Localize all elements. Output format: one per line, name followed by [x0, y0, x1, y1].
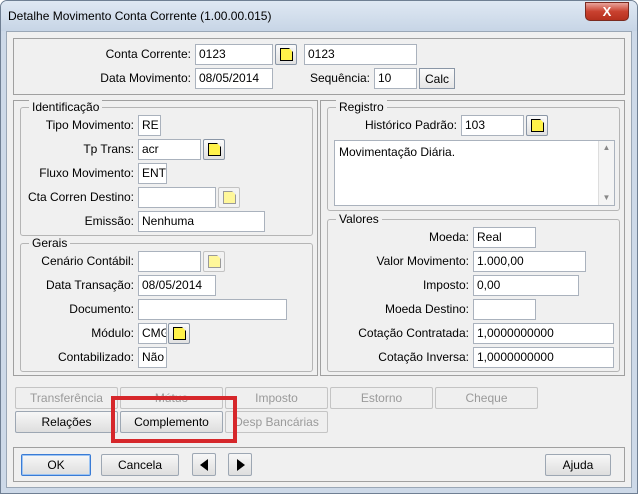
ajuda-button[interactable]: Ajuda: [545, 454, 611, 476]
dialog-window: Detalhe Movimento Conta Corrente (1.00.0…: [0, 0, 638, 494]
valores-legend: Valores: [336, 212, 382, 226]
cta-corren-destino-input[interactable]: [138, 187, 216, 208]
historico-padrao-lookup-button[interactable]: [526, 115, 548, 136]
emissao-label: Emissão:: [84, 214, 134, 228]
calc-button[interactable]: Calc: [419, 68, 455, 89]
moeda-destino-input[interactable]: [473, 299, 536, 320]
right-panel: Registro Histórico Padrão: 103 Movimenta…: [320, 100, 625, 376]
historico-memo[interactable]: Movimentação Diária. ▲ ▼: [334, 140, 615, 206]
tipo-movimento-label: Tipo Movimento:: [45, 118, 134, 132]
cenario-contabil-input[interactable]: [138, 251, 201, 272]
cotacao-contratada-label: Cotação Contratada:: [358, 326, 469, 340]
relacoes-button[interactable]: Relações: [15, 411, 118, 433]
moeda-destino-label: Moeda Destino:: [384, 302, 469, 316]
valores-group: Valores Moeda: Real Valor Movimento: 1.0…: [327, 212, 620, 372]
tp-trans-lookup-button[interactable]: [203, 139, 225, 160]
fluxo-movimento-label: Fluxo Movimento:: [39, 166, 134, 180]
desp-bancarias-button[interactable]: Desp Bancárias: [225, 411, 328, 433]
left-panel: Identificação Tipo Movimento: RE Tp Tran…: [13, 100, 318, 376]
tp-trans-input[interactable]: acr: [138, 139, 201, 160]
data-movimento-label: Data Movimento:: [100, 71, 191, 85]
moeda-label: Moeda:: [428, 230, 469, 244]
gerais-group: Gerais Cenário Contábil: Data Transação:…: [20, 236, 313, 372]
registro-legend: Registro: [336, 100, 387, 114]
valor-movimento-label: Valor Movimento:: [376, 254, 469, 268]
imposto-label: Imposto:: [422, 278, 469, 292]
highlight-box: [111, 396, 237, 443]
window-title: Detalhe Movimento Conta Corrente (1.00.0…: [8, 9, 272, 23]
arrow-right-icon: [237, 459, 245, 471]
contabilizado-label: Contabilizado:: [57, 350, 134, 364]
identificacao-group: Identificação Tipo Movimento: RE Tp Tran…: [20, 100, 313, 236]
cenario-contabil-label: Cenário Contábil:: [41, 254, 134, 268]
header-panel: Conta Corrente: 0123 0123 Data Movimento…: [13, 38, 625, 95]
data-transacao-label: Data Transação:: [45, 278, 134, 292]
scroll-down-icon[interactable]: ▼: [599, 191, 614, 205]
note-icon: [173, 327, 186, 340]
cotacao-inversa-input[interactable]: 1,0000000000: [473, 347, 614, 368]
tipo-movimento-input[interactable]: RE: [138, 115, 161, 136]
note-icon: [531, 119, 544, 132]
sequencia-label: Sequência:: [309, 71, 370, 85]
data-movimento-input[interactable]: 08/05/2014: [195, 68, 273, 89]
cotacao-inversa-label: Cotação Inversa:: [378, 350, 469, 364]
footer-panel: OK Cancela Ajuda: [13, 447, 625, 482]
historico-padrao-input[interactable]: 103: [461, 115, 524, 136]
note-icon: [223, 191, 236, 204]
documento-label: Documento:: [69, 302, 134, 316]
historico-padrao-label: Histórico Padrão:: [364, 118, 457, 132]
conta-corrente-label: Conta Corrente:: [105, 47, 191, 61]
cheque-button[interactable]: Cheque: [435, 387, 538, 409]
modulo-input[interactable]: CMG: [138, 323, 167, 344]
scroll-up-icon[interactable]: ▲: [599, 141, 614, 155]
cenario-contabil-lookup-button[interactable]: [203, 251, 225, 272]
cta-corren-destino-lookup-button[interactable]: [218, 187, 240, 208]
imposto-input[interactable]: 0,00: [473, 275, 579, 296]
dialog-client-area: Conta Corrente: 0123 0123 Data Movimento…: [6, 31, 632, 488]
previous-button[interactable]: [192, 453, 216, 476]
modulo-lookup-button[interactable]: [168, 323, 190, 344]
gerais-legend: Gerais: [29, 236, 71, 250]
next-button[interactable]: [228, 453, 252, 476]
tp-trans-label: Tp Trans:: [83, 142, 134, 156]
conta-corrente-description-field[interactable]: 0123: [304, 44, 417, 65]
note-icon: [208, 143, 221, 156]
close-button[interactable]: X: [585, 2, 629, 21]
close-icon: X: [602, 4, 612, 19]
estorno-button[interactable]: Estorno: [330, 387, 433, 409]
transferencia-button[interactable]: Transferência: [15, 387, 118, 409]
imposto-button[interactable]: Imposto: [225, 387, 328, 409]
fluxo-movimento-input[interactable]: ENT: [138, 163, 167, 184]
valor-movimento-input[interactable]: 1.000,00: [473, 251, 586, 272]
title-bar[interactable]: Detalhe Movimento Conta Corrente (1.00.0…: [1, 1, 637, 31]
modulo-label: Módulo:: [91, 326, 134, 340]
emissao-field[interactable]: Nenhuma: [138, 211, 265, 232]
contabilizado-field[interactable]: Não: [138, 347, 167, 368]
moeda-input[interactable]: Real: [473, 227, 536, 248]
conta-corrente-lookup-button[interactable]: [275, 44, 297, 65]
sequencia-input[interactable]: 10: [374, 68, 417, 89]
data-transacao-input[interactable]: 08/05/2014: [138, 275, 216, 296]
identificacao-legend: Identificação: [29, 100, 103, 114]
note-icon: [280, 48, 293, 61]
documento-input[interactable]: [138, 299, 287, 320]
cta-corren-destino-label: Cta Corren Destino:: [27, 190, 134, 204]
arrow-left-icon: [200, 459, 208, 471]
conta-corrente-input[interactable]: 0123: [195, 44, 273, 65]
historico-memo-text: Movimentação Diária.: [339, 145, 456, 159]
cotacao-contratada-input[interactable]: 1,0000000000: [473, 323, 614, 344]
cancela-button[interactable]: Cancela: [101, 454, 179, 476]
note-icon: [208, 255, 221, 268]
ok-button[interactable]: OK: [21, 454, 91, 476]
memo-scrollbar[interactable]: ▲ ▼: [598, 141, 614, 205]
registro-group: Registro Histórico Padrão: 103 Movimenta…: [327, 100, 620, 211]
